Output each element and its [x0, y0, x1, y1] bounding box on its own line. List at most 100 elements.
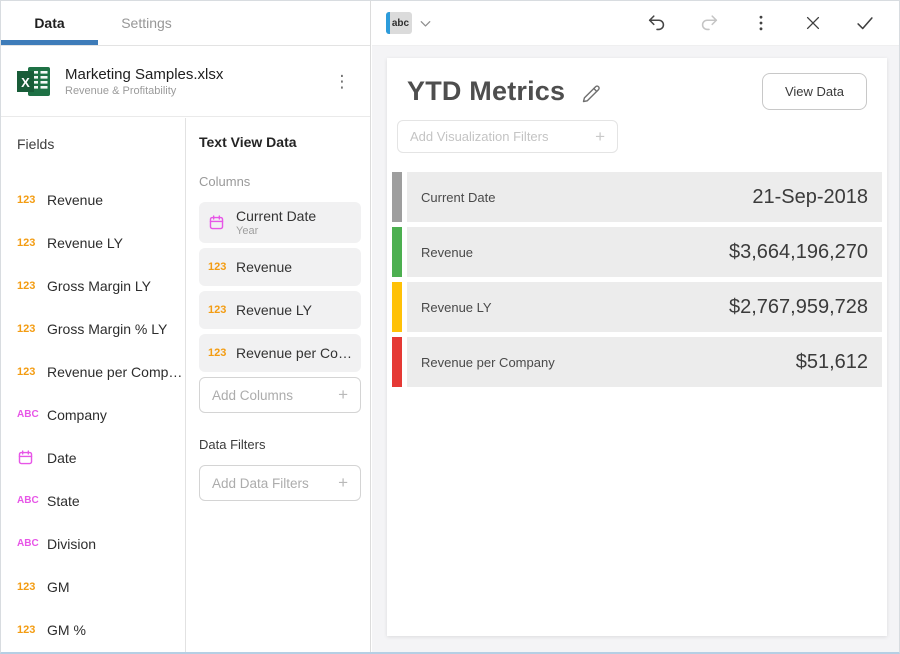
- field-item[interactable]: ABC Division: [17, 522, 185, 565]
- selected-indicator: [386, 12, 390, 34]
- tab-data[interactable]: Data: [1, 1, 98, 45]
- undo-button[interactable]: [645, 11, 669, 35]
- column-chip[interactable]: 123 Revenue LY: [199, 291, 361, 329]
- field-label: Gross Margin % LY: [47, 321, 167, 337]
- add-data-filters-placeholder: Add Data Filters: [212, 476, 309, 491]
- kebab-icon: [751, 13, 771, 33]
- calendar-icon: [17, 449, 34, 466]
- fields-list: 123 Revenue 123 Revenue LY 123 Gross Mar…: [17, 178, 185, 651]
- fields-panel: Fields 123 Revenue 123 Revenue LY 123 Gr…: [1, 118, 186, 652]
- file-name: Marketing Samples.xlsx: [65, 66, 330, 83]
- visualization-type-selector[interactable]: abc: [386, 12, 434, 34]
- metric-label: Revenue LY: [421, 300, 492, 315]
- abc-label: abc: [392, 18, 409, 29]
- field-type-icon: 123: [17, 323, 47, 335]
- field-label: Revenue: [47, 192, 103, 208]
- more-options-button[interactable]: [749, 11, 773, 35]
- redo-icon: [698, 12, 720, 34]
- metric-body: Revenue per Company $51,612: [407, 337, 882, 387]
- field-type-icon: 123: [17, 581, 47, 593]
- add-columns-button[interactable]: Add Columns +: [199, 377, 361, 413]
- field-item[interactable]: ABC Company: [17, 393, 185, 436]
- field-type-icon: 123: [17, 280, 47, 292]
- field-label: State: [47, 493, 80, 509]
- column-chip[interactable]: 123 Revenue per Company: [199, 334, 361, 372]
- field-type-icon: 123: [17, 366, 47, 378]
- field-item[interactable]: ABC State: [17, 479, 185, 522]
- visualization-toolbar: abc: [372, 1, 899, 46]
- column-chip-sublabel: Year: [236, 225, 316, 237]
- field-label: Date: [47, 450, 77, 466]
- field-item[interactable]: 123 Revenue per Company: [17, 350, 185, 393]
- metric-color-bar: [392, 172, 402, 222]
- field-type-icon: 123: [208, 304, 236, 316]
- text-view-type-icon: abc: [386, 12, 412, 34]
- undo-icon: [646, 12, 668, 34]
- metric-color-bar: [392, 282, 402, 332]
- redo-button[interactable]: [697, 11, 721, 35]
- column-chip-text: Revenue: [236, 259, 292, 275]
- field-type-icon: 123: [208, 347, 236, 359]
- file-menu-button[interactable]: ⋮: [330, 73, 354, 90]
- column-chip-label: Revenue LY: [236, 302, 312, 318]
- add-visualization-filters-button[interactable]: Add Visualization Filters +: [397, 120, 618, 153]
- field-item[interactable]: 123 Gross Margin % LY: [17, 307, 185, 350]
- column-chip-text: Revenue LY: [236, 302, 312, 318]
- edit-title-icon[interactable]: [579, 82, 603, 106]
- toolbar-actions: [645, 11, 877, 35]
- widget-card: YTD Metrics View Data Add Visualization …: [387, 58, 887, 636]
- field-label: Revenue LY: [47, 235, 123, 251]
- left-panel: Data Settings X Marketing Samples.xl: [1, 1, 371, 652]
- data-filters-section-label: Data Filters: [199, 437, 361, 452]
- metric-row: Current Date 21-Sep-2018: [392, 172, 882, 222]
- metric-color-bar: [392, 337, 402, 387]
- widget-title: YTD Metrics: [407, 76, 565, 107]
- field-type-icon: ABC: [17, 409, 47, 420]
- field-item[interactable]: 123 GM %: [17, 608, 185, 651]
- metric-value: $2,767,959,728: [729, 296, 868, 319]
- close-icon: [803, 13, 823, 33]
- column-chip-text: Current Date Year: [236, 208, 316, 237]
- excel-letter: X: [21, 75, 30, 90]
- column-chip-label: Revenue per Company: [236, 345, 352, 361]
- field-item[interactable]: 123 Revenue LY: [17, 221, 185, 264]
- close-button[interactable]: [801, 11, 825, 35]
- view-data-button[interactable]: View Data: [762, 73, 867, 110]
- field-item[interactable]: 123 GM: [17, 565, 185, 608]
- field-type-icon: ABC: [17, 538, 47, 549]
- right-panel: abc: [372, 1, 899, 652]
- metric-body: Current Date 21-Sep-2018: [407, 172, 882, 222]
- viz-filters-placeholder: Add Visualization Filters: [410, 129, 549, 144]
- metric-label: Current Date: [421, 190, 495, 205]
- tab-settings[interactable]: Settings: [98, 1, 195, 45]
- excel-file-icon: X: [17, 66, 51, 97]
- add-data-filters-button[interactable]: Add Data Filters +: [199, 465, 361, 501]
- active-tab-indicator: [1, 40, 98, 45]
- data-source-header: X Marketing Samples.xlsx Revenue & Profi…: [1, 47, 370, 117]
- confirm-button[interactable]: [853, 11, 877, 35]
- widget-header: YTD Metrics View Data: [387, 58, 887, 107]
- field-type-icon: [208, 214, 236, 231]
- plus-icon: +: [338, 473, 348, 493]
- plus-icon: +: [595, 127, 605, 147]
- column-chip[interactable]: Current Date Year: [199, 202, 361, 243]
- tab-bar: Data Settings: [1, 1, 370, 46]
- metric-label: Revenue per Company: [421, 355, 555, 370]
- metric-body: Revenue $3,664,196,270: [407, 227, 882, 277]
- column-chip[interactable]: 123 Revenue: [199, 248, 361, 286]
- file-subtitle: Revenue & Profitability: [65, 85, 330, 97]
- field-item[interactable]: 123 Gross Margin LY: [17, 264, 185, 307]
- field-item[interactable]: Date: [17, 436, 185, 479]
- field-item[interactable]: 123 Revenue: [17, 178, 185, 221]
- metrics-list: Current Date 21-Sep-2018 Revenue $3,664,…: [392, 172, 882, 387]
- field-label: Revenue per Company: [47, 364, 183, 380]
- field-type-icon: 123: [17, 194, 47, 206]
- editor-panel: Text View Data Columns Current Date Year…: [187, 118, 371, 652]
- canvas: YTD Metrics View Data Add Visualization …: [372, 46, 899, 652]
- metric-value: 21-Sep-2018: [752, 186, 868, 209]
- file-info: Marketing Samples.xlsx Revenue & Profita…: [65, 66, 330, 97]
- metric-color-bar: [392, 227, 402, 277]
- tab-data-label: Data: [34, 15, 64, 31]
- column-chip-label: Current Date: [236, 208, 316, 224]
- columns-section-label: Columns: [199, 174, 361, 189]
